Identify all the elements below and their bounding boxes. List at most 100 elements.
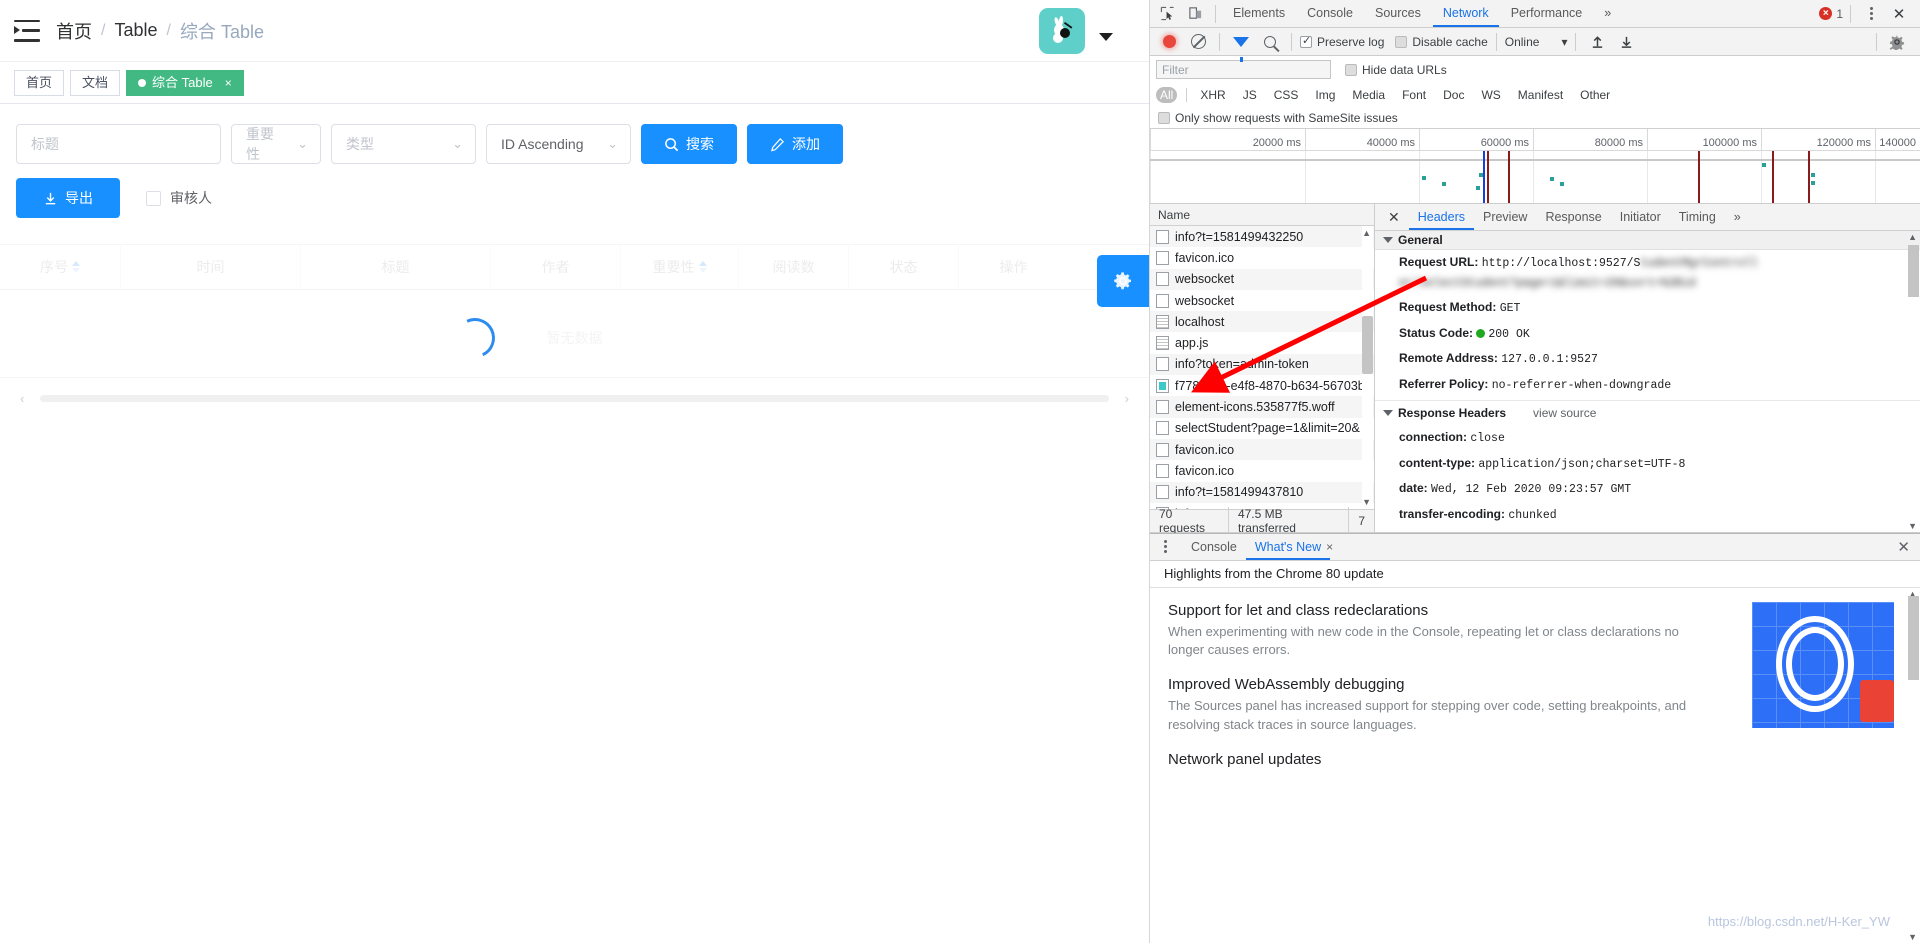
tab-home[interactable]: 首页 (14, 69, 65, 96)
request-row[interactable]: favicon.ico (1150, 438, 1374, 461)
search-title-input[interactable]: 标题 (16, 124, 221, 164)
drawer-close-icon[interactable]: ✕ (1897, 538, 1920, 556)
type-filter-other[interactable]: Other (1576, 87, 1614, 103)
breadcrumb-table[interactable]: Table (114, 20, 157, 41)
type-filter-css[interactable]: CSS (1270, 87, 1303, 103)
detail-tab-response[interactable]: Response (1536, 204, 1610, 230)
checkbox-icon[interactable] (1345, 63, 1357, 76)
request-row[interactable]: favicon.ico (1150, 460, 1374, 481)
devtools-tab-console[interactable]: Console (1297, 0, 1363, 27)
detail-tab-initiator[interactable]: Initiator (1611, 204, 1670, 230)
drawer-menu-icon[interactable] (1156, 540, 1174, 553)
request-row[interactable]: info?token=admin-token (1150, 353, 1374, 376)
detail-tabs-more-icon[interactable]: » (1725, 204, 1750, 230)
request-row[interactable]: info?t=1581499437810 (1150, 481, 1374, 503)
reviewer-checkbox[interactable]: 审核人 (146, 188, 212, 208)
samesite-issues-checkbox[interactable]: Only show requests with SameSite issues (1158, 111, 1398, 125)
chevron-down-icon[interactable] (1099, 32, 1113, 41)
import-har-button[interactable] (1584, 30, 1610, 54)
devtools-close-icon[interactable]: ✕ (1886, 2, 1912, 26)
type-filter-manifest[interactable]: Manifest (1514, 87, 1567, 103)
search-button[interactable]: 搜索 (641, 124, 737, 164)
detail-tab-timing[interactable]: Timing (1670, 204, 1725, 230)
scroll-right-icon[interactable]: › (1125, 391, 1129, 406)
export-button[interactable]: 导出 (16, 178, 120, 218)
whats-new-body[interactable]: Support for let and class redeclarations… (1150, 588, 1920, 943)
devtools-tab-elements[interactable]: Elements (1223, 0, 1295, 27)
request-row-selected[interactable]: selectStudent?page=1&limit=20& (1150, 417, 1374, 439)
devtools-tab-network[interactable]: Network (1432, 0, 1499, 27)
view-source-link[interactable]: view source (1533, 406, 1596, 420)
table-column-header[interactable]: 重要性 (620, 244, 738, 290)
checkbox-icon[interactable] (1158, 111, 1170, 124)
user-avatar[interactable] (1039, 7, 1085, 54)
breadcrumb-home[interactable]: 首页 (56, 18, 92, 44)
type-filter-ws[interactable]: WS (1477, 87, 1504, 103)
type-filter-xhr[interactable]: XHR (1196, 87, 1229, 103)
request-list-header[interactable]: Name (1150, 204, 1374, 226)
scrollbar-thumb[interactable] (1362, 316, 1373, 374)
request-list-scrollbar[interactable]: ▲ ▼ (1362, 226, 1373, 509)
sort-caret-icon[interactable] (698, 261, 707, 273)
request-row[interactable]: f778738c-e4f8-4870-b634-56703b (1150, 375, 1374, 396)
tab-docs[interactable]: 文档 (70, 69, 121, 96)
settings-panel-button[interactable] (1097, 255, 1149, 307)
scroll-down-icon[interactable]: ▼ (1362, 497, 1371, 507)
throttling-select[interactable]: Online ▾ (1505, 35, 1568, 49)
error-count-badge[interactable]: × 1 (1819, 7, 1843, 21)
tab-close-icon[interactable]: × (225, 71, 232, 95)
scrollbar-track[interactable] (40, 395, 1109, 402)
scroll-up-icon[interactable]: ▲ (1362, 228, 1371, 238)
drawer-tab-console[interactable]: Console (1182, 534, 1246, 560)
scrollbar-thumb[interactable] (1908, 595, 1919, 680)
checkbox-icon[interactable] (1300, 34, 1312, 48)
type-select[interactable]: 类型 ⌄ (331, 124, 476, 164)
devtools-tab-performance[interactable]: Performance (1501, 0, 1593, 27)
table-horizontal-scrollbar[interactable]: ‹ › (16, 391, 1133, 406)
request-row[interactable]: localhost (1150, 311, 1374, 333)
export-har-button[interactable] (1613, 30, 1639, 54)
request-row[interactable]: info?t=1581499432250 (1150, 226, 1374, 248)
sort-select[interactable]: ID Ascending ⌄ (486, 124, 631, 164)
preserve-log-checkbox[interactable]: Preserve log (1300, 34, 1384, 49)
tab-comprehensive-table[interactable]: 综合 Table × (126, 69, 244, 96)
request-row[interactable]: info?t=1581499437810 (1150, 503, 1374, 509)
hide-data-urls-checkbox[interactable]: Hide data URLs (1345, 63, 1447, 77)
hamburger-collapse-icon[interactable] (14, 19, 40, 42)
type-filter-img[interactable]: Img (1311, 87, 1339, 103)
type-filter-js[interactable]: JS (1239, 87, 1261, 103)
request-headers-content[interactable]: General Request URL: http://localhost:95… (1375, 231, 1920, 532)
filter-toggle-button[interactable] (1228, 30, 1254, 62)
drawer-tab-close-icon[interactable]: × (1326, 540, 1333, 554)
checkbox-icon[interactable] (146, 190, 161, 206)
request-row[interactable]: element-icons.535877f5.woff (1150, 396, 1374, 418)
detail-tab-headers[interactable]: Headers (1408, 204, 1474, 230)
request-row[interactable]: websocket (1150, 290, 1374, 311)
detail-close-icon[interactable]: ✕ (1379, 204, 1409, 230)
whats-new-scrollbar[interactable]: ▲ ▼ (1908, 588, 1919, 943)
add-button[interactable]: 添加 (747, 124, 843, 164)
type-filter-media[interactable]: Media (1348, 87, 1389, 103)
request-rows[interactable]: info?t=1581499432250 favicon.ico websock… (1150, 226, 1374, 509)
scrollbar-thumb[interactable] (1908, 245, 1919, 297)
detail-tab-preview[interactable]: Preview (1474, 204, 1536, 230)
request-row[interactable]: favicon.ico (1150, 247, 1374, 268)
devtools-settings-menu-icon[interactable] (1858, 2, 1884, 26)
request-row[interactable]: websocket (1150, 268, 1374, 290)
scroll-left-icon[interactable]: ‹ (20, 391, 24, 406)
checkbox-icon[interactable] (1395, 35, 1408, 48)
table-column-header[interactable]: 序号 (0, 244, 120, 290)
scroll-down-icon[interactable]: ▼ (1908, 521, 1917, 531)
request-row[interactable]: app.js (1150, 332, 1374, 353)
type-filter-all[interactable]: All (1156, 87, 1178, 103)
search-requests-button[interactable] (1257, 30, 1283, 54)
response-headers-section-header[interactable]: Response Headers view source (1375, 401, 1920, 426)
detail-scrollbar[interactable]: ▲ ▼ (1908, 231, 1919, 532)
inspect-element-icon[interactable] (1154, 2, 1180, 26)
type-filter-doc[interactable]: Doc (1439, 87, 1468, 103)
devtools-more-panels-icon[interactable]: » (1594, 0, 1621, 27)
devtools-tab-sources[interactable]: Sources (1365, 0, 1431, 27)
network-settings-button[interactable] (1884, 30, 1910, 54)
record-network-log-button[interactable] (1156, 30, 1182, 54)
general-section-header[interactable]: General (1375, 231, 1920, 250)
